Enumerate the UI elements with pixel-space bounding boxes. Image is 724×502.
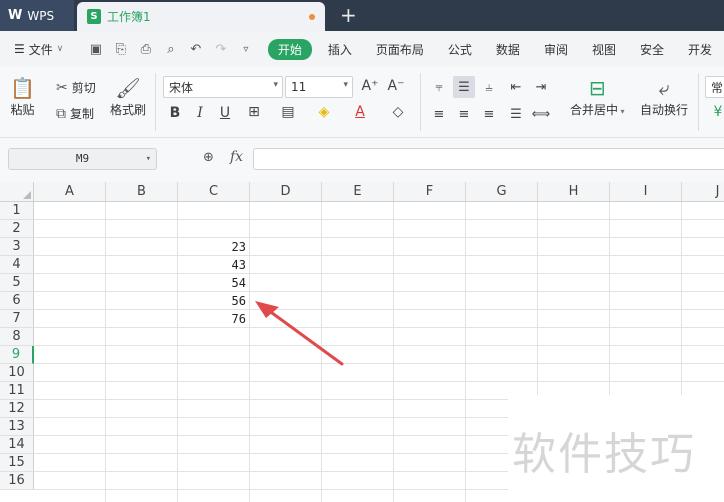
annotation-arrow-icon	[255, 301, 344, 366]
